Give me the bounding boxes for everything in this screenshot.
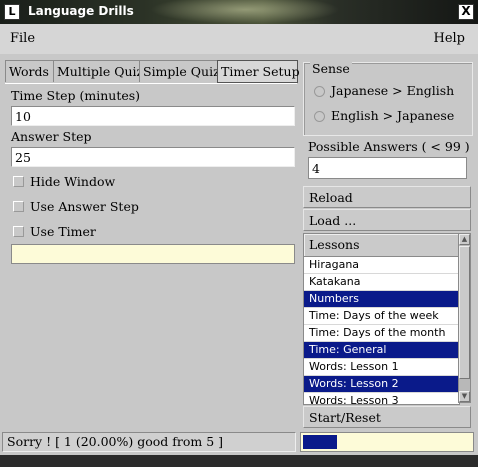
time-step-input[interactable]: 10 [11, 106, 295, 126]
window-menu-icon[interactable]: L [4, 4, 20, 20]
use-answer-step-label: Use Answer Step [30, 199, 139, 214]
possible-answers-label: Possible Answers ( < 99 ) [308, 139, 470, 154]
load-button[interactable]: Load ... [303, 209, 471, 231]
menu-file[interactable]: File [10, 31, 35, 46]
radio-japanese-english[interactable]: Japanese > English [314, 83, 454, 98]
lesson-item[interactable]: Words: Lesson 2 [304, 376, 459, 393]
answer-step-input[interactable]: 25 [11, 147, 295, 167]
use-timer-checkbox[interactable]: Use Timer [13, 224, 96, 239]
lessons-list[interactable]: Lessons Hiragana Katakana Numbers Time: … [303, 233, 460, 405]
scroll-down-arrow-icon[interactable]: ▼ [459, 391, 470, 402]
start-reset-button[interactable]: Start/Reset [303, 406, 471, 428]
radio-dot[interactable] [314, 111, 325, 122]
use-timer-label: Use Timer [30, 224, 96, 239]
radio-english-japanese[interactable]: English > Japanese [314, 108, 454, 123]
lesson-item[interactable]: Katakana [304, 274, 459, 291]
title-bar[interactable]: L Language Drills X [0, 0, 478, 24]
lesson-item[interactable]: Time: Days of the week [304, 308, 459, 325]
status-bar: Sorry ! [ 1 (20.00%) good from 5 ] [2, 432, 296, 452]
answer-step-label: Answer Step [11, 129, 92, 144]
score-progress-bar [300, 432, 474, 452]
checkbox-box[interactable] [13, 176, 24, 187]
sense-title: Sense [310, 61, 352, 76]
radio-label: English > Japanese [331, 108, 455, 123]
window-title: Language Drills [28, 4, 134, 18]
scroll-thumb[interactable] [459, 246, 470, 379]
desktop-strip [0, 455, 478, 467]
lesson-item[interactable]: Time: Days of the month [304, 325, 459, 342]
close-icon[interactable]: X [458, 4, 474, 20]
lesson-item[interactable]: Words: Lesson 3 [304, 393, 459, 404]
tab-simple-quiz[interactable]: Simple Quiz [139, 60, 220, 82]
hide-window-checkbox[interactable]: Hide Window [13, 174, 115, 189]
lesson-item[interactable]: Words: Lesson 1 [304, 359, 459, 376]
hide-window-label: Hide Window [30, 174, 116, 189]
radio-label: Japanese > English [331, 83, 455, 98]
menu-bar: File Help [0, 24, 478, 54]
tab-timer-setup[interactable]: Timer Setup [217, 60, 300, 83]
title-bar-decoration [150, 0, 340, 24]
lesson-item[interactable]: Numbers [304, 291, 459, 308]
timer-setup-panel: Time Step (minutes) 10 Answer Step 25 Hi… [5, 83, 297, 429]
checkbox-box[interactable] [13, 226, 24, 237]
menu-help[interactable]: Help [433, 31, 465, 46]
notebook: Words Multiple Quiz Simple Quiz Timer Se… [2, 56, 300, 430]
possible-answers-input[interactable]: 4 [308, 157, 467, 179]
scroll-up-arrow-icon[interactable]: ▲ [459, 234, 470, 245]
notice-field [11, 244, 295, 264]
time-step-label: Time Step (minutes) [11, 88, 141, 103]
reload-button[interactable]: Reload [303, 186, 471, 208]
lessons-header[interactable]: Lessons [304, 234, 459, 257]
sense-group: Sense Japanese > English English > Japan… [303, 61, 473, 136]
tab-words[interactable]: Words [5, 60, 54, 82]
tab-multiple-quiz[interactable]: Multiple Quiz [53, 60, 143, 82]
radio-dot[interactable] [314, 86, 325, 97]
checkbox-box[interactable] [13, 201, 24, 212]
lesson-item[interactable]: Time: General [304, 342, 459, 359]
use-answer-step-checkbox[interactable]: Use Answer Step [13, 199, 139, 214]
lesson-item[interactable]: Hiragana [304, 257, 459, 274]
lessons-scrollbar[interactable]: ▲ ▼ [458, 233, 471, 403]
right-pane: Sense Japanese > English English > Japan… [301, 56, 476, 430]
progress-fill [303, 435, 337, 449]
